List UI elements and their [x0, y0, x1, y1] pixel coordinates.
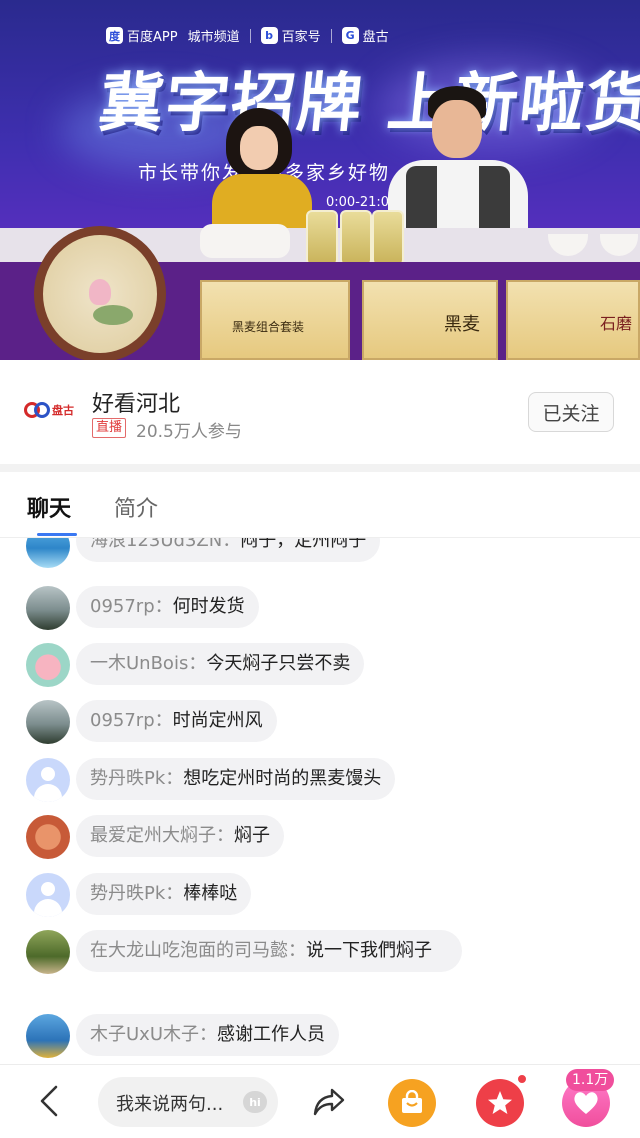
brand-city-channel: 城市频道 — [187, 30, 240, 45]
chat-text: 焖子 — [234, 825, 270, 846]
tab-intro[interactable]: 简介 — [114, 491, 158, 523]
product-plate — [200, 224, 290, 258]
event-time: 0:00-21:00 — [326, 195, 398, 210]
shopping-bag-icon — [402, 1090, 422, 1113]
hi-emoji-icon[interactable]: hi — [243, 1091, 267, 1113]
chat-text: 感谢工作人员 — [217, 1024, 326, 1045]
chat-bubble: 木子UxU木子：感谢工作人员 — [76, 1014, 340, 1056]
product-box: 黑麦组合套装 — [200, 280, 350, 360]
sponsor-logos: 度百度APP 城市频道 b 百家号 G 盘古 — [106, 26, 389, 45]
avatar[interactable] — [26, 815, 70, 859]
product-box: 石磨 — [506, 280, 640, 360]
chat-nickname[interactable]: 0957rp： — [90, 596, 173, 617]
chat-bubble: 势丹昳Pk：棒棒哒 — [76, 873, 252, 915]
comment-input[interactable]: 我来说两句... hi — [98, 1077, 278, 1127]
divider — [330, 28, 332, 43]
chat-bubble: 在大龙山吃泡面的司马懿：说一下我們焖子 — [76, 930, 462, 972]
tab-chat[interactable]: 聊天 — [27, 491, 71, 523]
chat-list[interactable]: 海浪123Ud3ZN：闷子，定州闷子 0957rp：何时发货 一木UnBois：… — [0, 538, 640, 1064]
channel-name[interactable]: 好看河北 — [92, 386, 180, 418]
event-headline: 冀字招牌 上新啦货 — [95, 66, 640, 141]
chat-bubble: 势丹昳Pk：想吃定州时尚的黑麦馒头 — [76, 758, 396, 800]
notification-dot — [516, 1073, 528, 1085]
chat-nickname[interactable]: 0957rp： — [90, 710, 173, 731]
avatar[interactable] — [26, 538, 70, 568]
chat-text: 何时发货 — [172, 596, 245, 617]
chat-bubble: 海浪123Ud3ZN：闷子，定州闷子 — [76, 538, 381, 562]
chat-nickname[interactable]: 一木UnBois： — [90, 653, 206, 674]
divider — [249, 28, 251, 43]
chat-bubble: 0957rp：时尚定州风 — [76, 700, 277, 742]
back-arrow-icon[interactable] — [36, 1083, 66, 1119]
chat-bubble: 最爱定州大焖子：焖子 — [76, 815, 284, 857]
chat-nickname[interactable]: 在大龙山吃泡面的司马懿： — [90, 940, 306, 961]
brand-pangu: 盘古 — [362, 30, 389, 45]
brand-baidu: 百度APP — [127, 30, 178, 45]
chat-text: 棒棒哒 — [183, 883, 238, 904]
chat-text: 今天焖子只尝不卖 — [206, 653, 351, 674]
chat-nickname[interactable]: 最爱定州大焖子： — [90, 825, 234, 846]
live-badge: 直播 — [92, 418, 127, 438]
tab-bar: 聊天 简介 — [0, 472, 640, 538]
active-tab-indicator — [37, 533, 77, 536]
brand-baijiahao: 百家号 — [281, 30, 321, 45]
share-icon[interactable] — [312, 1086, 346, 1118]
default-avatar-icon[interactable] — [26, 758, 70, 802]
chat-text: 闷子，定州闷子 — [240, 538, 367, 551]
star-icon — [488, 1091, 512, 1114]
channel-header: 盘古 好看河北 直播 20.5万人参与 已关注 — [0, 360, 640, 464]
chat-nickname[interactable]: 海浪123Ud3ZN： — [90, 538, 240, 551]
chat-nickname[interactable]: 木子UxU木子： — [90, 1024, 217, 1045]
product-jar — [372, 210, 404, 266]
participant-count: 20.5万人参与 — [136, 422, 242, 442]
bottom-action-bar: 我来说两句... hi 1.1万 — [0, 1064, 640, 1138]
shop-bag-button[interactable] — [388, 1079, 436, 1127]
chat-nickname[interactable]: 势丹昳Pk： — [90, 768, 183, 789]
avatar[interactable] — [26, 700, 70, 744]
chat-bubble: 0957rp：何时发货 — [76, 586, 259, 628]
comment-placeholder: 我来说两句... — [116, 1094, 224, 1115]
section-gap — [0, 464, 640, 472]
chat-text: 说一下我們焖子 — [306, 940, 432, 961]
baijiahao-icon: b — [260, 27, 278, 44]
product-jar — [340, 210, 372, 266]
chat-nickname[interactable]: 势丹昳Pk： — [90, 883, 183, 904]
live-video-player[interactable]: 度百度APP 城市频道 b百家号 G盘古 冀字招牌 上新啦货 市长带你发现更多家… — [0, 0, 640, 360]
chat-text: 时尚定州风 — [172, 710, 263, 731]
avatar[interactable] — [26, 643, 70, 687]
follow-button[interactable]: 已关注 — [528, 392, 614, 432]
avatar[interactable] — [26, 1014, 70, 1058]
baidu-paw-icon: 度 — [106, 27, 123, 44]
avatar[interactable] — [26, 930, 70, 974]
pangu-rings-icon — [24, 402, 50, 418]
pangu-logo-icon: G — [341, 27, 359, 44]
like-count-badge: 1.1万 — [566, 1069, 615, 1091]
avatar[interactable] — [26, 586, 70, 630]
product-box: 黑麦 — [362, 280, 498, 360]
heart-icon — [574, 1092, 598, 1114]
product-jar — [306, 210, 338, 266]
chat-bubble: 一木UnBois：今天焖子只尝不卖 — [76, 643, 365, 685]
default-avatar-icon[interactable] — [26, 873, 70, 917]
decor-fan-mirror — [34, 226, 166, 360]
chat-text: 想吃定州时尚的黑麦馒头 — [183, 768, 382, 789]
channel-logo[interactable]: 盘古 — [24, 399, 82, 421]
gift-star-button[interactable] — [476, 1079, 524, 1127]
